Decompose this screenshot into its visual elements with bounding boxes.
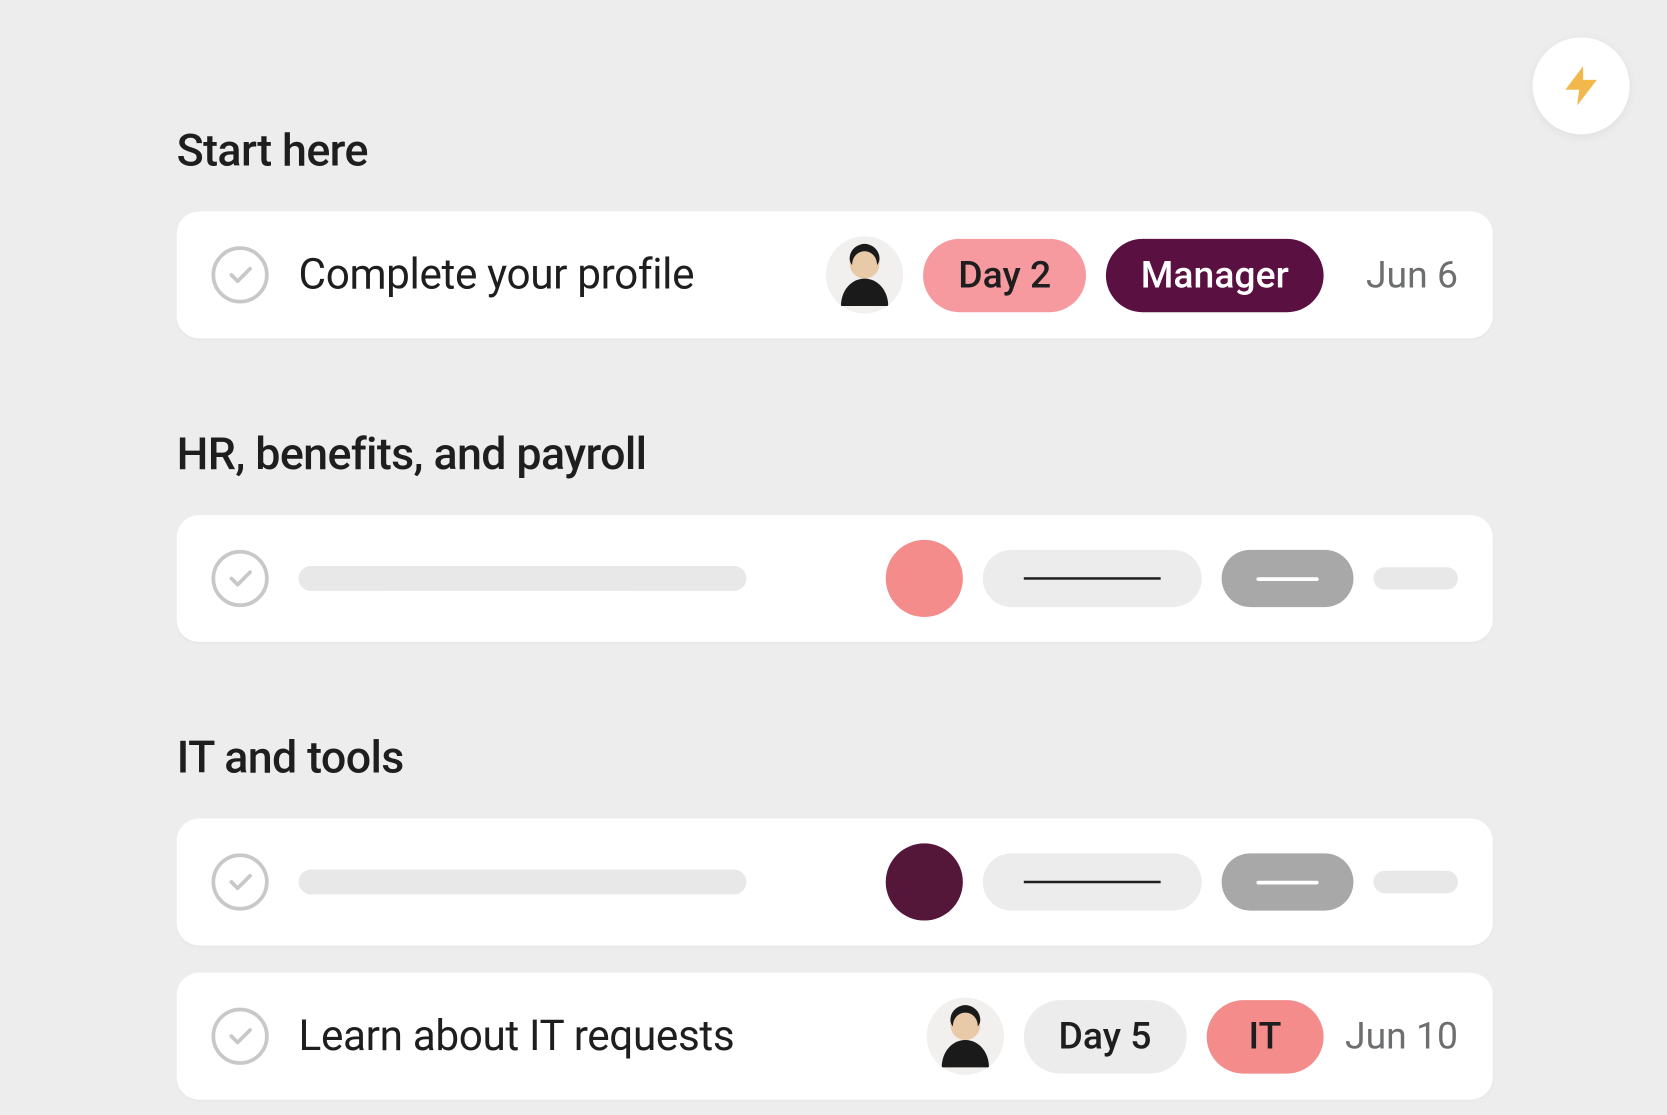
due-date: Jun 6 bbox=[1344, 253, 1458, 297]
section-heading-it: IT and tools bbox=[177, 731, 1493, 783]
checkmark-icon[interactable] bbox=[211, 1008, 268, 1065]
task-row[interactable] bbox=[177, 819, 1493, 946]
pill-placeholder bbox=[983, 853, 1202, 910]
day-pill[interactable]: Day 2 bbox=[923, 238, 1086, 311]
task-meta bbox=[886, 540, 1458, 617]
task-row[interactable]: Learn about IT requests Day 5 IT Jun 10 bbox=[177, 973, 1493, 1100]
assignee-placeholder bbox=[886, 843, 963, 920]
pill-placeholder bbox=[1222, 550, 1354, 607]
task-row[interactable] bbox=[177, 515, 1493, 642]
task-row[interactable]: Complete your profile Day 2 Manager Jun … bbox=[177, 211, 1493, 338]
task-meta bbox=[886, 843, 1458, 920]
lightning-icon bbox=[1557, 62, 1604, 109]
role-pill[interactable]: IT bbox=[1206, 1000, 1323, 1073]
section-heading-start-here: Start here bbox=[177, 124, 1493, 176]
pill-placeholder bbox=[983, 550, 1202, 607]
checkmark-icon[interactable] bbox=[211, 853, 268, 910]
task-title: Complete your profile bbox=[299, 250, 827, 300]
checkmark-icon[interactable] bbox=[211, 246, 268, 303]
day-pill[interactable]: Day 5 bbox=[1024, 1000, 1187, 1073]
task-title-placeholder bbox=[299, 870, 747, 895]
task-title: Learn about IT requests bbox=[299, 1011, 927, 1061]
checkmark-icon[interactable] bbox=[211, 550, 268, 607]
task-list: Start here Complete your profile Day 2 M… bbox=[0, 0, 1667, 1100]
assignee-avatar[interactable] bbox=[826, 236, 903, 313]
date-placeholder bbox=[1373, 871, 1458, 893]
assignee-placeholder bbox=[886, 540, 963, 617]
section-heading-hr: HR, benefits, and payroll bbox=[177, 428, 1493, 480]
date-placeholder bbox=[1373, 567, 1458, 589]
automation-button[interactable] bbox=[1533, 37, 1630, 134]
role-pill[interactable]: Manager bbox=[1106, 238, 1324, 311]
task-title-placeholder bbox=[299, 566, 747, 591]
task-meta: Day 5 IT Jun 10 bbox=[927, 998, 1458, 1075]
due-date: Jun 10 bbox=[1344, 1014, 1458, 1058]
pill-placeholder bbox=[1222, 853, 1354, 910]
assignee-avatar[interactable] bbox=[927, 998, 1004, 1075]
task-meta: Day 2 Manager Jun 6 bbox=[826, 236, 1458, 313]
